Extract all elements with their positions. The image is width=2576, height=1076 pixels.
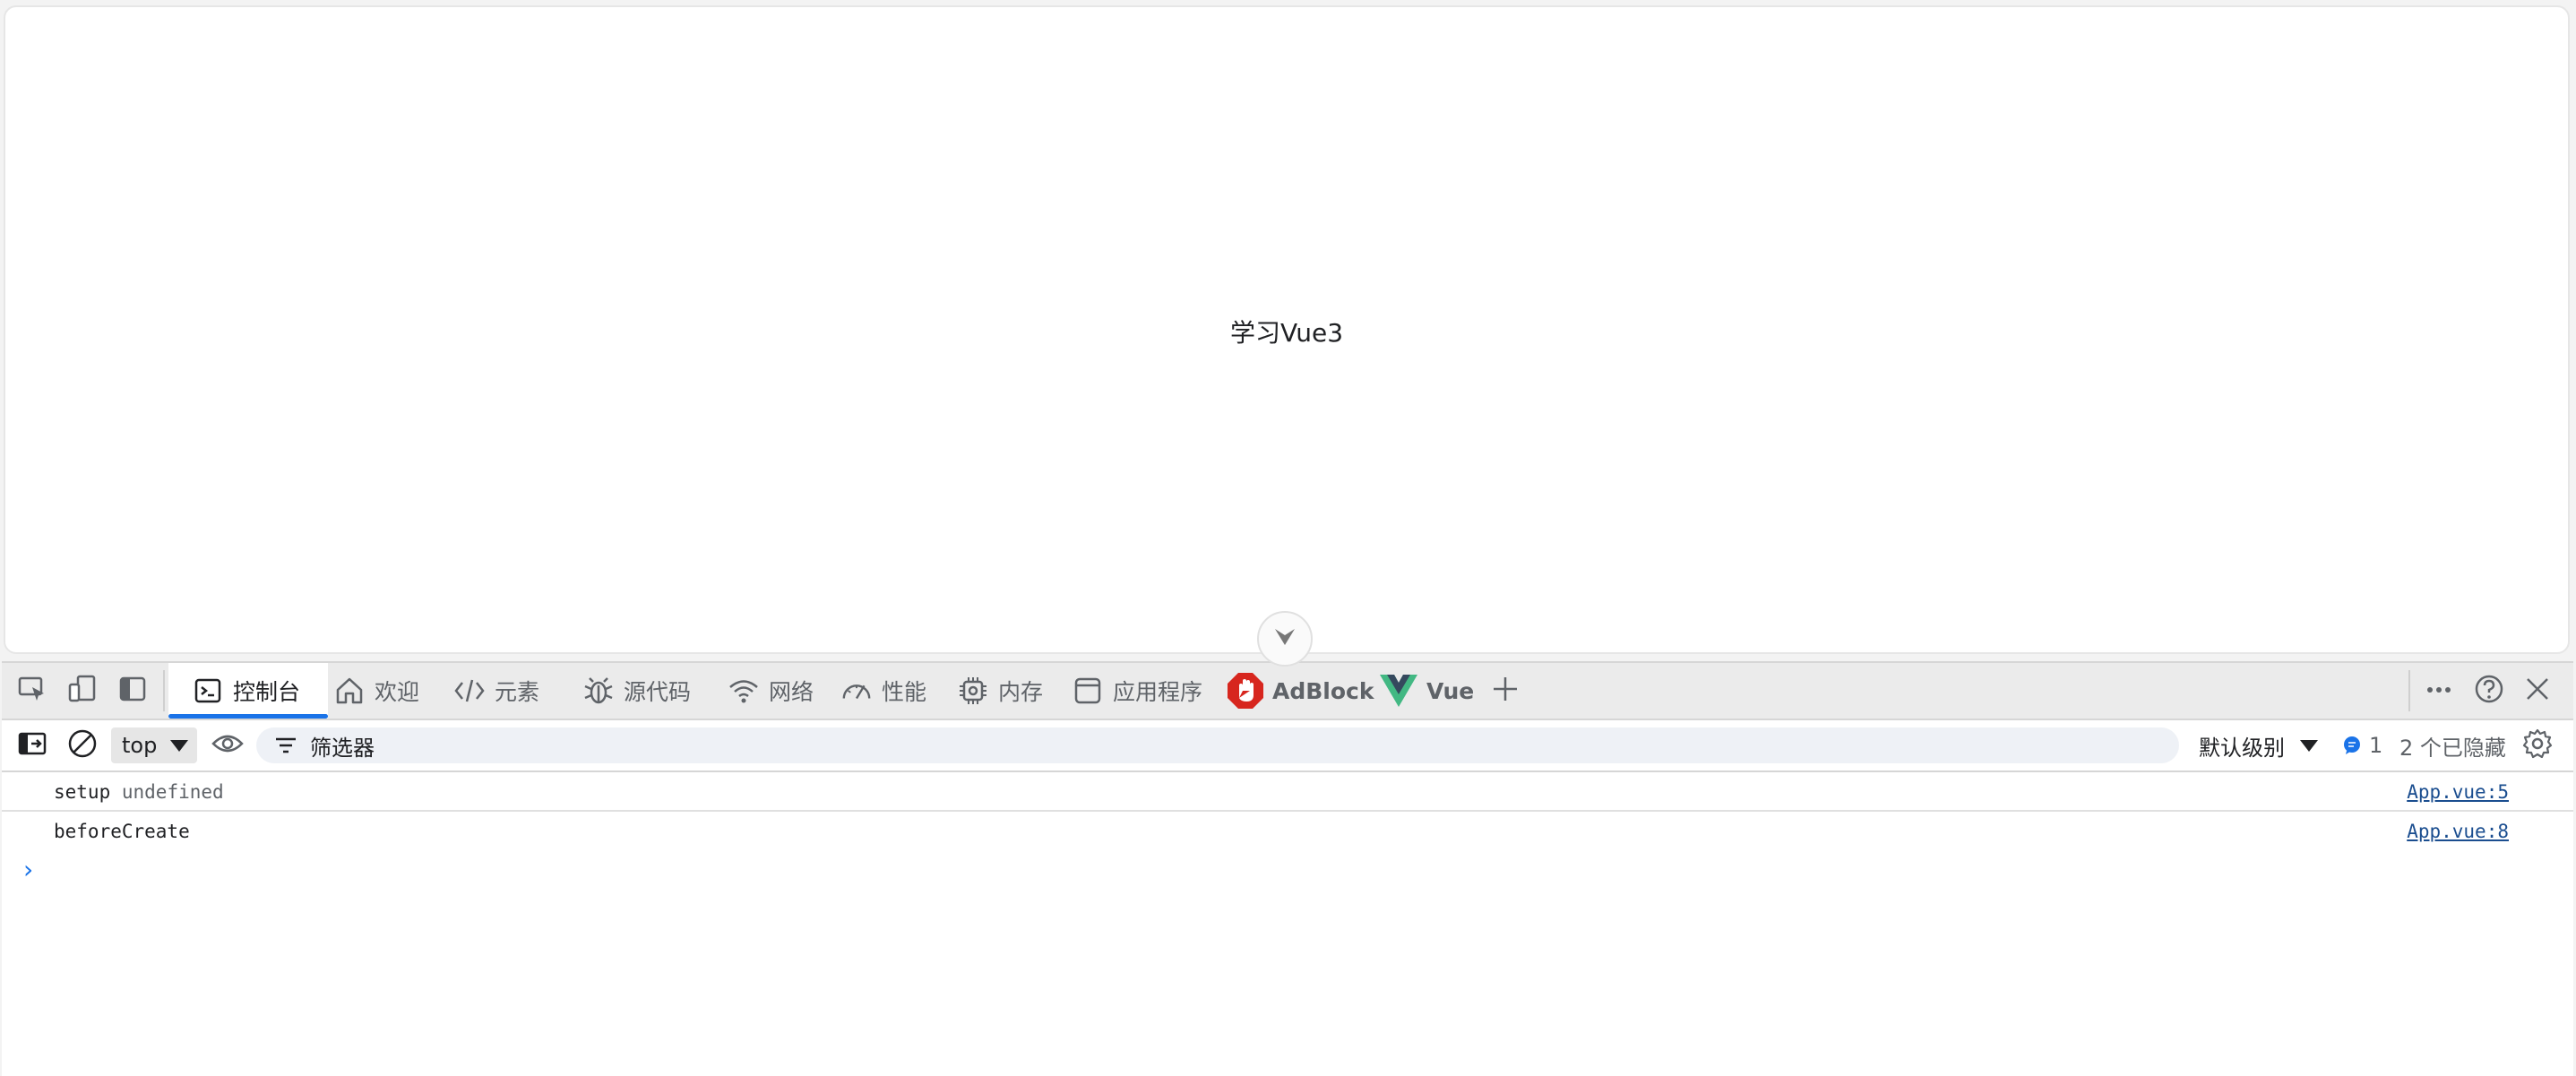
window-icon [1072, 675, 1104, 707]
dropdown-arrow-icon [2299, 738, 2319, 753]
filter-icon [274, 736, 297, 755]
console-output: setup undefined App.vue:5 beforeCreate A… [2, 772, 2573, 884]
console-toolbar: top 筛选器 默认级别 1 2 个已隐藏 [2, 720, 2573, 772]
close-devtools-button[interactable] [2520, 673, 2555, 709]
console-prompt[interactable]: › [23, 855, 33, 884]
log-level-value: 默认级别 [2199, 735, 2285, 761]
bug-icon [582, 675, 615, 707]
log-value: undefined [121, 781, 224, 803]
eye-icon [211, 732, 244, 760]
tab-label: AdBlock [1272, 677, 1374, 704]
context-select[interactable]: top [111, 727, 197, 763]
page-viewport: 学习Vue3 [4, 5, 2570, 654]
divider [163, 670, 165, 711]
wifi-icon [728, 675, 760, 707]
collapse-devtools-button[interactable] [1257, 611, 1313, 667]
tab-label: 欢迎 [375, 679, 420, 705]
toggle-sidebar-button[interactable] [14, 727, 50, 763]
tab-label: Vue [1426, 677, 1475, 704]
tab-console[interactable]: 控制台 [168, 663, 328, 719]
clear-icon [67, 728, 98, 763]
tab-label: 控制台 [233, 679, 301, 705]
filter-placeholder: 筛选器 [310, 735, 375, 761]
source-link[interactable]: App.vue:5 [2407, 781, 2509, 803]
gauge-icon [840, 675, 873, 707]
console-icon [192, 675, 224, 707]
add-tool-button[interactable] [1487, 673, 1523, 709]
tab-performance[interactable]: 性能 [840, 663, 926, 719]
log-level-select[interactable]: 默认级别 [2199, 727, 2319, 763]
device-icon [67, 674, 98, 709]
vue-icon [1380, 673, 1417, 709]
context-value: top [122, 733, 158, 758]
issues-counter[interactable]: 1 [2342, 727, 2382, 763]
panel-left-icon [118, 675, 147, 708]
page-heading: 学习Vue3 [1229, 318, 1344, 348]
sidebar-toggle-icon [18, 731, 47, 761]
more-tools-button[interactable] [2421, 673, 2457, 709]
log-keyword: setup [54, 781, 111, 803]
tab-adblock[interactable]: AdBlock [1226, 663, 1374, 719]
home-icon [333, 675, 366, 707]
plus-icon [1492, 676, 1519, 707]
chevron-down-icon [1273, 627, 1297, 651]
message-icon [2342, 736, 2362, 755]
divider [2408, 670, 2410, 711]
filter-input[interactable]: 筛选器 [256, 727, 2179, 763]
console-message-text: setup undefined [54, 781, 224, 803]
inspect-element-button[interactable] [14, 673, 50, 709]
device-emulation-button[interactable] [65, 673, 100, 709]
clear-console-button[interactable] [65, 727, 100, 763]
tab-elements[interactable]: 元素 [453, 663, 539, 719]
tab-network[interactable]: 网络 [728, 663, 814, 719]
devtools-panel: 控制台 欢迎 元素 源代码 网络 性能 内存 应用程序 AdBlock Vue … [2, 661, 2573, 1076]
tab-vue[interactable]: Vue [1380, 663, 1474, 719]
source-link[interactable]: App.vue:8 [2407, 821, 2509, 842]
tab-memory[interactable]: 内存 [957, 663, 1043, 719]
more-horizontal-icon [2425, 683, 2452, 699]
devtools-tabbar: 控制台 欢迎 元素 源代码 网络 性能 内存 应用程序 AdBlock Vue [2, 663, 2573, 720]
tab-label: 内存 [998, 679, 1044, 705]
dropdown-arrow-icon [169, 733, 189, 758]
hidden-messages-count: 2 个已隐藏 [2399, 735, 2506, 761]
tab-label: 源代码 [624, 679, 692, 705]
tab-application[interactable]: 应用程序 [1072, 663, 1202, 719]
close-icon [2525, 676, 2550, 706]
console-message: setup undefined App.vue:5 [2, 772, 2573, 812]
help-icon [2474, 674, 2504, 709]
help-button[interactable] [2471, 673, 2507, 709]
tab-label: 网络 [769, 679, 814, 705]
issues-count: 1 [2369, 733, 2383, 758]
live-expression-button[interactable] [210, 727, 246, 763]
adblock-icon [1226, 671, 1265, 710]
chip-icon [957, 675, 989, 707]
tab-sources[interactable]: 源代码 [582, 663, 691, 719]
console-settings-button[interactable] [2520, 727, 2555, 763]
log-keyword: beforeCreate [54, 821, 190, 842]
tab-label: 元素 [495, 679, 540, 705]
console-message: beforeCreate App.vue:8 [2, 812, 2573, 849]
code-icon [453, 675, 486, 707]
console-message-text: beforeCreate [54, 821, 190, 842]
tab-label: 性能 [882, 679, 927, 705]
dock-side-button[interactable] [115, 673, 151, 709]
tab-label: 应用程序 [1113, 679, 1203, 705]
inspect-icon [17, 674, 47, 709]
gear-icon [2522, 728, 2553, 763]
tab-welcome[interactable]: 欢迎 [333, 663, 419, 719]
